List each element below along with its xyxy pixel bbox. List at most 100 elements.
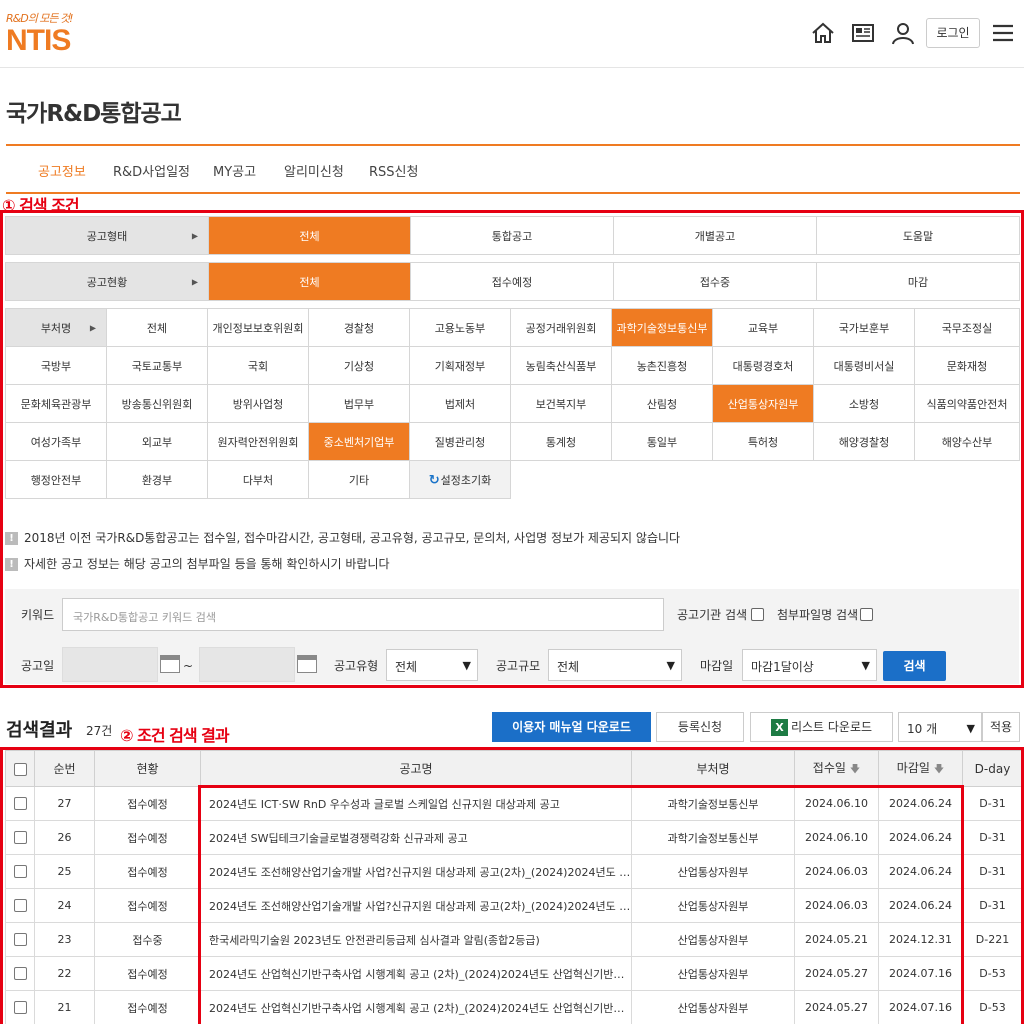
status-option-open[interactable]: 접수중 xyxy=(613,262,817,301)
ministry-option[interactable]: 환경부 xyxy=(106,460,208,499)
ministry-option[interactable]: 보건복지부 xyxy=(510,384,612,423)
status-option-all[interactable]: 전체 xyxy=(208,262,411,301)
notice-line: ! 자세한 공고 정보는 해당 공고의 첨부파일 등을 통해 확인하시기 바랍니다 xyxy=(5,555,390,572)
type-option-integrated[interactable]: 통합공고 xyxy=(410,216,614,255)
tab-rd-schedule[interactable]: R&D사업일정 xyxy=(113,161,190,180)
ministry-option[interactable]: 소방청 xyxy=(813,384,915,423)
apply-button[interactable]: 적용 xyxy=(982,712,1020,742)
ministry-option[interactable]: 국방부 xyxy=(5,346,107,385)
type-filter-label: 공고형태 xyxy=(5,216,209,255)
manual-download-button[interactable]: 이용자 매뉴얼 다운로드 xyxy=(492,712,651,742)
type-label: 공고유형 xyxy=(334,659,379,673)
type-option-all[interactable]: 전체 xyxy=(208,216,411,255)
refresh-icon: ↻ xyxy=(428,472,440,488)
login-button[interactable]: 로그인 xyxy=(926,18,980,48)
status-filter-label: 공고현황 xyxy=(5,262,209,301)
search-button[interactable]: 검색 xyxy=(883,651,946,681)
ministry-filter: 부처명 전체 개인정보보호위원회 경찰청 고용노동부 공정거래위원회 과학기술정… xyxy=(5,308,1020,499)
ministry-option[interactable]: 법무부 xyxy=(308,384,410,423)
attachment-search-label: 첨부파일명 검색 xyxy=(777,608,859,622)
reset-settings-label: 설정초기화 xyxy=(440,473,492,487)
menu-icon[interactable] xyxy=(990,20,1016,46)
empty-cell xyxy=(510,460,1020,499)
ministry-option-selected[interactable]: 산업통상자원부 xyxy=(712,384,814,423)
ministry-option[interactable]: 경찰청 xyxy=(308,308,410,347)
ministry-option[interactable]: 국가보훈부 xyxy=(813,308,915,347)
status-option-closed[interactable]: 마감 xyxy=(816,262,1020,301)
ministry-option[interactable]: 산림청 xyxy=(611,384,713,423)
home-icon[interactable] xyxy=(810,20,836,46)
ministry-option[interactable]: 기상청 xyxy=(308,346,410,385)
ministry-option[interactable]: 통계청 xyxy=(510,422,612,461)
ministry-option[interactable]: 질병관리청 xyxy=(409,422,511,461)
ministry-option[interactable]: 다부처 xyxy=(207,460,309,499)
news-icon[interactable] xyxy=(850,20,876,46)
notice-line: ! 2018년 이전 국가R&D통합공고는 접수일, 접수마감시간, 공고형태, … xyxy=(5,529,680,546)
keyword-label: 키워드 xyxy=(21,608,55,622)
tab-alert-subscribe[interactable]: 알리미신청 xyxy=(284,161,344,180)
ministry-option[interactable]: 외교부 xyxy=(106,422,208,461)
type-option-individual[interactable]: 개별공고 xyxy=(613,216,817,255)
ministry-option[interactable]: 농림축산식품부 xyxy=(510,346,612,385)
tab-rss-subscribe[interactable]: RSS신청 xyxy=(369,161,418,180)
attachment-search-checkbox[interactable] xyxy=(860,608,873,621)
ministry-option[interactable]: 문화체육관광부 xyxy=(5,384,107,423)
ministry-option[interactable]: 특허청 xyxy=(712,422,814,461)
ministry-option[interactable]: 통일부 xyxy=(611,422,713,461)
tab-divider-top xyxy=(6,144,1020,146)
ministry-option[interactable]: 방송통신위원회 xyxy=(106,384,208,423)
deadline-label: 마감일 xyxy=(700,659,734,673)
ministry-option[interactable]: 대통령비서실 xyxy=(813,346,915,385)
ministry-option[interactable]: 기획재정부 xyxy=(409,346,511,385)
ministry-option[interactable]: 개인정보보호위원회 xyxy=(207,308,309,347)
annotation-box-result-columns xyxy=(198,785,964,1024)
notice-text: 2018년 이전 국가R&D통합공고는 접수일, 접수마감시간, 공고형태, 공… xyxy=(24,531,681,545)
results-title: 검색결과 xyxy=(6,720,73,741)
ministry-option[interactable]: 농촌진흥청 xyxy=(611,346,713,385)
start-date-input[interactable] xyxy=(62,647,158,682)
reset-settings-button[interactable]: ↻설정초기화 xyxy=(409,460,511,499)
notice-text: 자세한 공고 정보는 해당 공고의 첨부파일 등을 통해 확인하시기 바랍니다 xyxy=(24,557,390,571)
ministry-option[interactable]: 전체 xyxy=(106,308,208,347)
ministry-option-selected[interactable]: 중소벤처기업부 xyxy=(308,422,410,461)
type-select[interactable]: 전체 xyxy=(386,649,478,681)
end-date-input[interactable] xyxy=(199,647,295,682)
ministry-option-selected[interactable]: 과학기술정보통신부 xyxy=(611,308,713,347)
ministry-option[interactable]: 문화재청 xyxy=(914,346,1020,385)
register-button[interactable]: 등록신청 xyxy=(656,712,744,742)
ministry-option[interactable]: 공정거래위원회 xyxy=(510,308,612,347)
ministry-option[interactable]: 법제처 xyxy=(409,384,511,423)
ministry-option[interactable]: 고용노동부 xyxy=(409,308,511,347)
keyword-input[interactable]: 국가R&D통합공고 키워드 검색 xyxy=(62,598,664,631)
type-option-help[interactable]: 도움말 xyxy=(816,216,1020,255)
ministry-option[interactable]: 해양경찰청 xyxy=(813,422,915,461)
scale-select[interactable]: 전체 xyxy=(548,649,682,681)
agency-search-checkbox[interactable] xyxy=(751,608,764,621)
tab-divider-bottom xyxy=(6,192,1020,194)
deadline-select[interactable]: 마감1달이상 xyxy=(742,649,877,681)
page-size-select[interactable]: 10 개 xyxy=(898,712,982,742)
ministry-option[interactable]: 대통령경호처 xyxy=(712,346,814,385)
ministry-option[interactable]: 방위사업청 xyxy=(207,384,309,423)
type-filter: 공고형태 전체 통합공고 개별공고 도움말 xyxy=(5,216,1020,255)
user-icon[interactable] xyxy=(890,20,916,46)
list-download-button[interactable]: X 리스트 다운로드 xyxy=(750,712,893,742)
ministry-option[interactable]: 국회 xyxy=(207,346,309,385)
tab-announcement-info[interactable]: 공고정보 xyxy=(38,161,86,180)
ministry-option[interactable]: 행정안전부 xyxy=(5,460,107,499)
ministry-option[interactable]: 여성가족부 xyxy=(5,422,107,461)
calendar-icon[interactable] xyxy=(160,655,180,673)
excel-icon: X xyxy=(770,719,788,736)
ntis-logo[interactable]: NTIS xyxy=(6,24,71,58)
ministry-option[interactable]: 국토교통부 xyxy=(106,346,208,385)
ministry-option[interactable]: 국무조정실 xyxy=(914,308,1020,347)
status-option-upcoming[interactable]: 접수예정 xyxy=(410,262,614,301)
ministry-option[interactable]: 식품의약품안전처 xyxy=(914,384,1020,423)
ministry-option[interactable]: 기타 xyxy=(308,460,410,499)
tab-my-announcement[interactable]: MY공고 xyxy=(213,161,256,180)
ministry-option[interactable]: 교육부 xyxy=(712,308,814,347)
calendar-icon[interactable] xyxy=(297,655,317,673)
annotation-search-results: ② 조건 검색 결과 xyxy=(120,726,230,745)
ministry-option[interactable]: 해양수산부 xyxy=(914,422,1020,461)
ministry-option[interactable]: 원자력안전위원회 xyxy=(207,422,309,461)
